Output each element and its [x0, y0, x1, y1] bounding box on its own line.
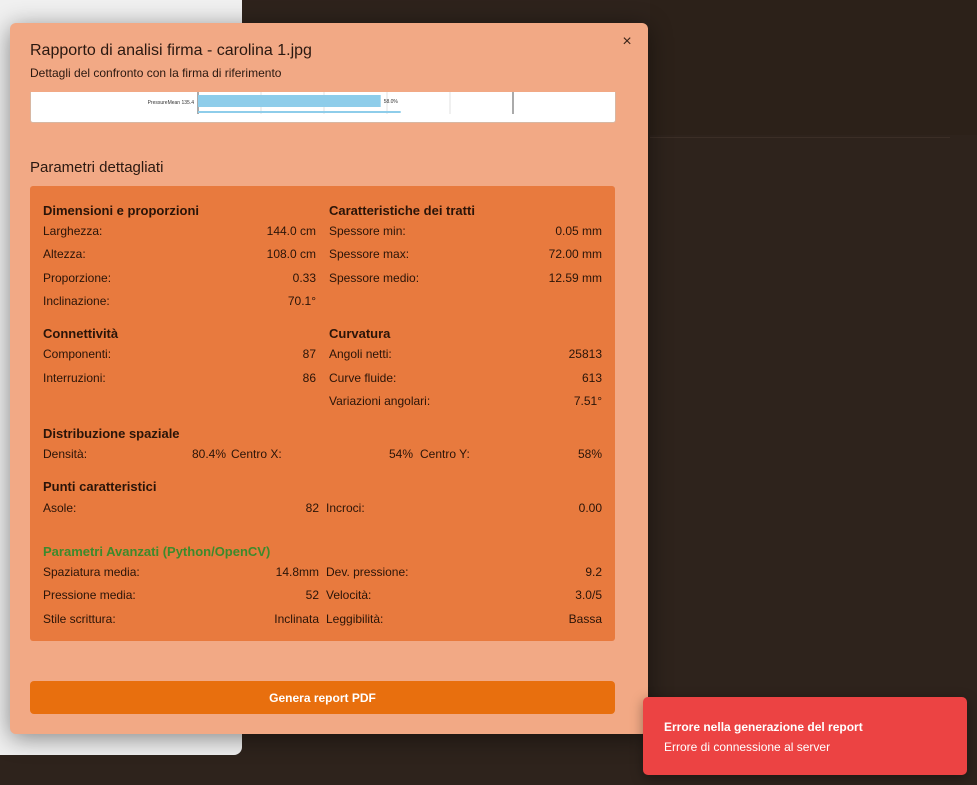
row-label: Inclinazione: [43, 294, 110, 308]
curvature-heading: Curvatura [329, 326, 391, 341]
row-value: 144.0 cm [266, 224, 316, 238]
curvature-row: Variazioni angolari: 7.51° [329, 392, 602, 410]
advanced-heading: Parametri Avanzati (Python/OpenCV) [43, 544, 271, 559]
dimension-row: Altezza: 108.0 cm [43, 245, 316, 263]
curvature-row: Curve fluide: 613 [329, 369, 602, 387]
dialog-title: Rapporto di analisi firma - carolina 1.j… [30, 42, 312, 59]
connectivity-row: Interruzioni: 86 [43, 369, 316, 387]
row-label: Spessore medio: [329, 271, 420, 285]
background-header [650, 0, 977, 135]
row-label: Proporzione: [43, 271, 112, 285]
row-value: 108.0 cm [266, 247, 316, 261]
row-value: Inclinata [274, 612, 319, 626]
generate-pdf-button[interactable]: Genera report PDF [30, 681, 615, 714]
background-divider [650, 137, 950, 138]
row-value: 7.51° [573, 394, 602, 408]
dimension-row: Proporzione: 0.33 [43, 269, 316, 287]
row-value: 613 [581, 371, 602, 385]
dimension-row: Inclinazione: 70.1° [43, 292, 316, 310]
crossings-row: Incroci: 0.00 [326, 499, 602, 517]
row-value: 9.2 [585, 565, 602, 579]
dimension-row: Larghezza: 144.0 cm [43, 222, 316, 240]
comparison-chart-svg: PressureMean 135.4 58.0% [148, 92, 514, 114]
row-label: Spaziatura media: [43, 565, 140, 579]
row-label: Asole: [43, 501, 77, 515]
center-y-row: Centro Y: 58% [420, 445, 602, 463]
row-label: Larghezza: [43, 224, 103, 238]
row-value: 3.0/5 [575, 588, 602, 602]
row-label: Altezza: [43, 247, 86, 261]
row-label: Interruzioni: [43, 371, 106, 385]
connectivity-row: Componenti: 87 [43, 345, 316, 363]
advanced-row: Pressione media: 52 [43, 586, 319, 604]
detailed-parameters-title: Parametri dettagliati [30, 159, 164, 176]
row-value: 80.4% [191, 447, 226, 461]
dialog-subtitle: Dettagli del confronto con la firma di r… [30, 66, 282, 80]
row-value: 58% [577, 447, 602, 461]
row-label: Leggibilità: [326, 612, 384, 626]
dimensions-heading: Dimensioni e proporzioni [43, 203, 200, 218]
row-label: Centro X: [231, 447, 282, 461]
row-value: 0.00 [578, 501, 602, 515]
stroke-row: Spessore min: 0.05 mm [329, 222, 602, 240]
stroke-row: Spessore max: 72.00 mm [329, 245, 602, 263]
row-label: Stile scrittura: [43, 612, 116, 626]
row-label: Velocità: [326, 588, 372, 602]
row-value: 12.59 mm [548, 271, 602, 285]
row-label: Dev. pressione: [326, 565, 409, 579]
row-label: Densità: [43, 447, 88, 461]
chart-value-label: 58.0% [384, 99, 399, 105]
advanced-row: Leggibilità: Bassa [326, 610, 602, 628]
row-value: 0.33 [292, 271, 316, 285]
points-heading: Punti caratteristici [43, 479, 157, 494]
row-label: Spessore min: [329, 224, 406, 238]
row-label: Incroci: [326, 501, 365, 515]
row-value: 25813 [568, 347, 602, 361]
analysis-report-dialog: × Rapporto di analisi firma - carolina 1… [10, 23, 648, 734]
row-value: 52 [305, 588, 319, 602]
strokes-heading: Caratteristiche dei tratti [329, 203, 475, 218]
row-label: Angoli netti: [329, 347, 392, 361]
toast-title: Errore nella generazione del report [664, 720, 863, 734]
center-x-row: Centro X: 54% [231, 445, 413, 463]
row-value: 82 [305, 501, 319, 515]
row-value: 87 [302, 347, 316, 361]
advanced-row: Spaziatura media: 14.8mm [43, 563, 319, 581]
row-value: 0.05 mm [555, 224, 602, 238]
advanced-row: Stile scrittura: Inclinata [43, 610, 319, 628]
advanced-row: Dev. pressione: 9.2 [326, 563, 602, 581]
loops-row: Asole: 82 [43, 499, 319, 517]
comparison-chart: PressureMean 135.4 58.0% [30, 92, 616, 123]
parameters-panel: Dimensioni e proporzioni Larghezza: 144.0… [30, 186, 615, 641]
row-value: 14.8mm [275, 565, 319, 579]
stroke-row: Spessore medio: 12.59 mm [329, 269, 602, 287]
row-label: Curve fluide: [329, 371, 397, 385]
curvature-row: Angoli netti: 25813 [329, 345, 602, 363]
close-icon[interactable]: × [618, 33, 636, 51]
row-label: Variazioni angolari: [329, 394, 431, 408]
connectivity-heading: Connettività [43, 326, 119, 341]
row-value: 86 [302, 371, 316, 385]
chart-bar-baseline [198, 111, 401, 113]
density-row: Densità: 80.4% [43, 445, 226, 463]
chart-category-label: PressureMean 135.4 [148, 100, 195, 106]
row-value: 54% [388, 447, 413, 461]
row-label: Spessore max: [329, 247, 410, 261]
row-label: Centro Y: [420, 447, 470, 461]
spatial-heading: Distribuzione spaziale [43, 426, 180, 441]
row-label: Componenti: [43, 347, 112, 361]
chart-bar [198, 95, 381, 107]
row-value: Bassa [568, 612, 602, 626]
toast-message: Errore di connessione al server [664, 740, 831, 754]
advanced-row: Velocità: 3.0/5 [326, 586, 602, 604]
error-toast: Errore nella generazione del report Erro… [643, 697, 967, 775]
row-value: 72.00 mm [548, 247, 602, 261]
row-value: 70.1° [287, 294, 316, 308]
row-label: Pressione media: [43, 588, 136, 602]
